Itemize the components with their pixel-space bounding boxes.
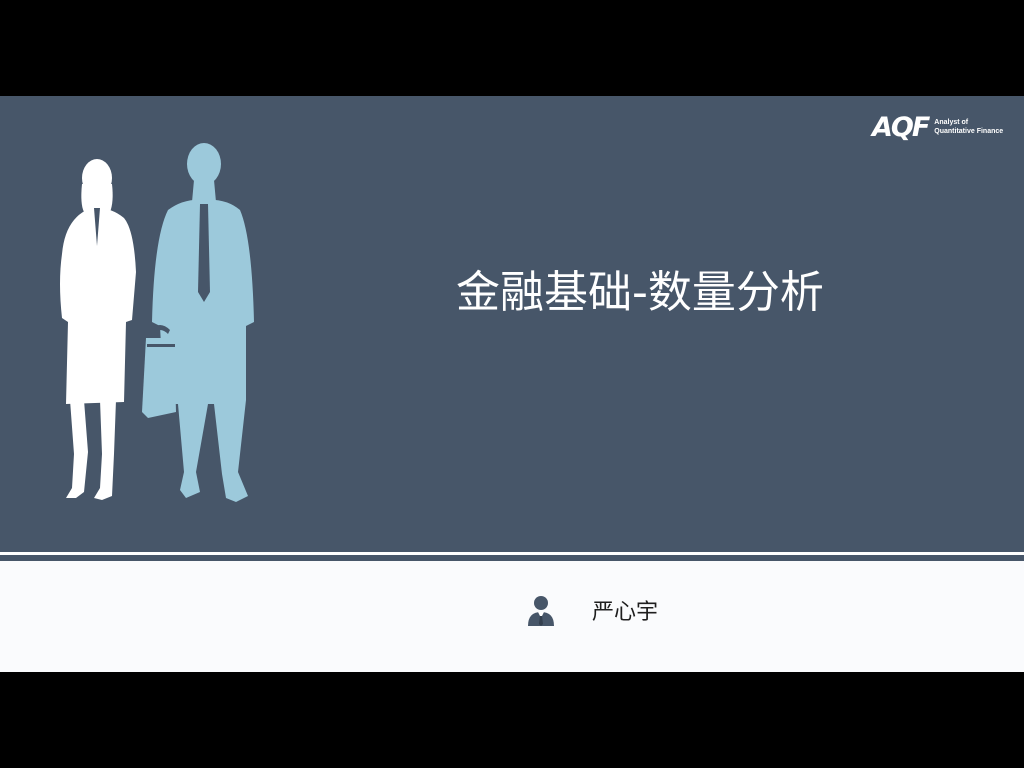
title-panel: AQF Analyst of Quantitative Finance 金融基础… [0, 96, 1024, 552]
businessman-silhouette [142, 143, 254, 502]
aqf-logo: AQF Analyst of Quantitative Finance [872, 110, 1014, 144]
divider-band [0, 555, 1024, 561]
screen: AQF Analyst of Quantitative Finance 金融基础… [0, 0, 1024, 768]
presenter-name: 严心宇 [592, 600, 659, 625]
logo-text-line2: Quantitative Finance [934, 128, 1004, 135]
slide-title: 金融基础-数量分析 [456, 267, 824, 318]
presentation-slide[interactable]: AQF Analyst of Quantitative Finance 金融基础… [0, 96, 1024, 672]
presenter-avatar-icon [528, 596, 554, 626]
logo-mark: AQF [872, 111, 930, 143]
logo-text-line1: Analyst of [934, 119, 969, 126]
logo-text: Analyst of Quantitative Finance [934, 118, 1003, 136]
businesspeople-silhouette-icon [60, 143, 254, 502]
presenter-info: 严心宇 [526, 594, 658, 626]
